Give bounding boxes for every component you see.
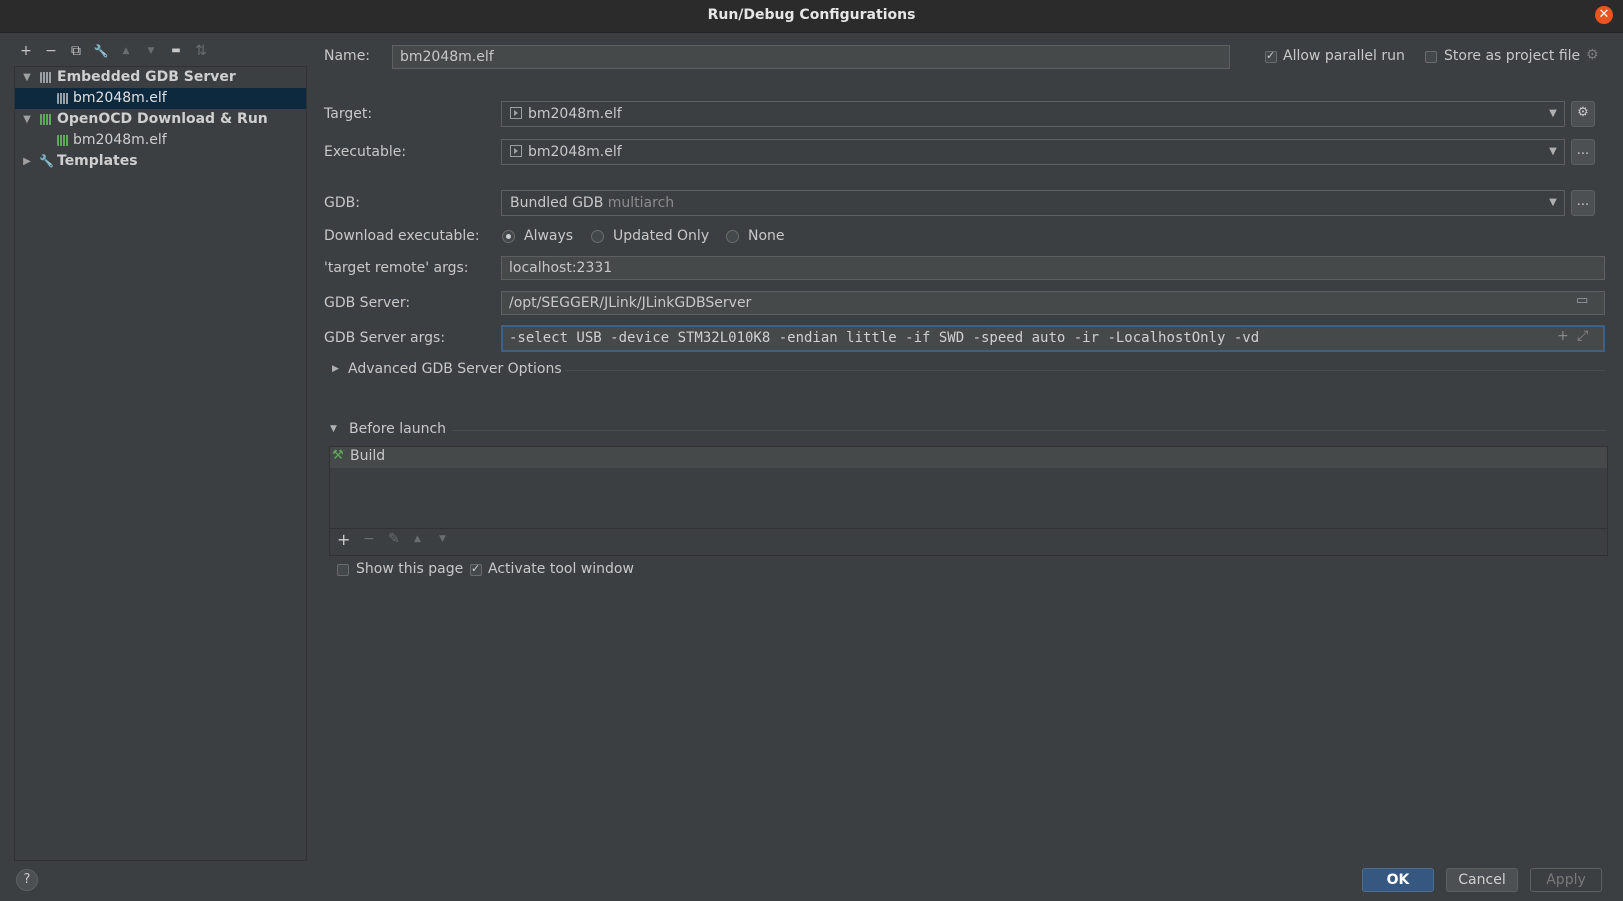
executable-icon [510, 107, 522, 119]
gdb-server-input[interactable]: /opt/SEGGER/JLink/JLinkGDBServer [501, 291, 1605, 315]
gdb-server-value: /opt/SEGGER/JLink/JLinkGDBServer [509, 295, 752, 311]
close-button[interactable]: ✕ [1595, 6, 1613, 24]
download-updated-label: Updated Only [613, 228, 710, 244]
list-item[interactable]: ⚒ Build [330, 447, 1607, 468]
show-page-label: Show this page [356, 561, 464, 577]
tree-item-label: bm2048m.elf [73, 90, 167, 106]
tree-group-label: OpenOCD Download & Run [57, 111, 268, 127]
store-project-label: Store as project file [1444, 48, 1581, 64]
apply-button[interactable]: Apply [1530, 868, 1602, 892]
gdb-select[interactable]: Bundled GDB multiarch ▼ [501, 190, 1565, 216]
executable-browse-button[interactable]: ... [1571, 139, 1595, 165]
chevron-down-icon[interactable]: ▼ [1546, 191, 1560, 215]
title-bar: Run/Debug Configurations ✕ [0, 0, 1623, 33]
tree-item-openocd-elf[interactable]: bm2048m.elf [15, 130, 306, 151]
tree-item-label: bm2048m.elf [73, 132, 167, 148]
expand-icon[interactable]: ⤢ [1577, 328, 1588, 344]
add-icon[interactable]: + [16, 40, 36, 62]
name-input[interactable]: bm2048m.elf [392, 45, 1230, 69]
tree-group-openocd[interactable]: ▼ OpenOCD Download & Run [15, 109, 306, 130]
show-page-checkbox[interactable] [337, 564, 349, 576]
task-label: Build [350, 448, 386, 464]
gdb-server-args-label: GDB Server args: [324, 330, 446, 346]
before-launch-list: ⚒ Build + − ✎ ▲ ▼ [329, 446, 1608, 556]
download-updated-radio[interactable] [591, 230, 604, 243]
config-icon [57, 135, 69, 146]
divider [452, 430, 1606, 431]
executable-icon [510, 145, 522, 157]
target-label: Target: [324, 106, 373, 122]
copy-icon[interactable]: ⧉ [66, 40, 86, 62]
hammer-icon: ⚒ [332, 448, 344, 463]
tree-item-embedded-elf[interactable]: bm2048m.elf [15, 88, 306, 109]
folder-icon[interactable]: ▬ [166, 40, 186, 62]
target-select[interactable]: bm2048m.elf ▼ [501, 101, 1565, 127]
tree-group-embedded-gdb[interactable]: ▼ Embedded GDB Server [15, 67, 306, 88]
chevron-down-icon[interactable]: ▼ [21, 67, 33, 88]
target-remote-label: 'target remote' args: [324, 260, 469, 276]
gdb-server-icon [40, 72, 52, 83]
ok-button[interactable]: OK [1362, 868, 1434, 892]
chevron-down-icon[interactable]: ▼ [1546, 140, 1560, 164]
move-up-icon[interactable]: ▲ [116, 40, 136, 62]
gdb-server-label: GDB Server: [324, 295, 411, 311]
download-always-radio[interactable] [502, 230, 515, 243]
activate-tool-window-checkbox[interactable] [470, 562, 482, 576]
executable-label: Executable: [324, 144, 407, 160]
folder-icon[interactable]: ▭ [1576, 293, 1588, 308]
allow-parallel-checkbox[interactable] [1265, 49, 1277, 63]
move-down-icon[interactable]: ▼ [439, 534, 446, 544]
move-down-icon[interactable]: ▼ [141, 40, 161, 62]
gdb-server-args-input[interactable]: -select USB -device STM32L010K8 -endian … [501, 325, 1605, 352]
divider [565, 370, 1605, 371]
target-value: bm2048m.elf [528, 106, 622, 122]
gdb-server-args-value: -select USB -device STM32L010K8 -endian … [509, 330, 1260, 346]
target-remote-input[interactable]: localhost:2331 [501, 256, 1605, 280]
chevron-down-icon[interactable]: ▼ [1546, 102, 1560, 126]
wrench-icon: 🔧 [39, 154, 54, 168]
tree-group-label: Templates [57, 153, 138, 169]
download-none-label: None [748, 228, 785, 244]
config-icon [57, 93, 69, 104]
executable-select[interactable]: bm2048m.elf ▼ [501, 139, 1565, 165]
add-icon[interactable]: + [337, 530, 350, 549]
tree-group-templates[interactable]: ▶ 🔧 Templates [15, 151, 306, 172]
gdb-browse-button[interactable]: ... [1571, 190, 1595, 216]
executable-value: bm2048m.elf [528, 144, 622, 160]
store-project-checkbox[interactable] [1425, 51, 1437, 63]
add-icon[interactable]: + [1557, 328, 1569, 344]
window-title: Run/Debug Configurations [707, 7, 916, 23]
openocd-icon [40, 114, 52, 125]
chevron-down-icon[interactable]: ▼ [21, 109, 33, 130]
chevron-down-icon[interactable]: ▼ [330, 424, 337, 434]
download-none-radio[interactable] [726, 230, 739, 243]
remove-icon[interactable]: − [41, 40, 61, 62]
help-button[interactable]: ? [16, 869, 38, 891]
name-label: Name: [324, 48, 371, 64]
activate-tool-window-label: Activate tool window [488, 561, 634, 577]
chevron-right-icon[interactable]: ▶ [332, 364, 339, 374]
advanced-options-toggle[interactable]: Advanced GDB Server Options [348, 361, 562, 377]
gdb-value: Bundled GDB [510, 195, 604, 211]
gdb-suffix: multiarch [607, 195, 675, 211]
sort-icon[interactable]: ⇅ [191, 40, 211, 62]
gdb-label: GDB: [324, 195, 360, 211]
wrench-icon[interactable]: 🔧 [91, 40, 111, 62]
target-settings-button[interactable]: ⚙ [1571, 101, 1595, 127]
config-toolbar: + − ⧉ 🔧 ▲ ▼ ▬ ⇅ [14, 40, 306, 64]
before-launch-title[interactable]: Before launch [349, 421, 446, 437]
download-label: Download executable: [324, 228, 480, 244]
configuration-tree: ▼ Embedded GDB Server bm2048m.elf ▼ Open… [14, 66, 307, 861]
gear-icon[interactable]: ⚙ [1586, 47, 1599, 63]
tree-group-label: Embedded GDB Server [57, 69, 236, 85]
chevron-right-icon[interactable]: ▶ [21, 151, 33, 172]
move-up-icon[interactable]: ▲ [414, 534, 421, 544]
edit-icon[interactable]: ✎ [388, 531, 400, 547]
download-always-label: Always [524, 228, 574, 244]
cancel-button[interactable]: Cancel [1446, 868, 1518, 892]
divider [330, 528, 1607, 529]
remove-icon[interactable]: − [363, 531, 375, 547]
allow-parallel-label: Allow parallel run [1283, 48, 1405, 64]
gear-icon: ⚙ [1577, 105, 1589, 120]
